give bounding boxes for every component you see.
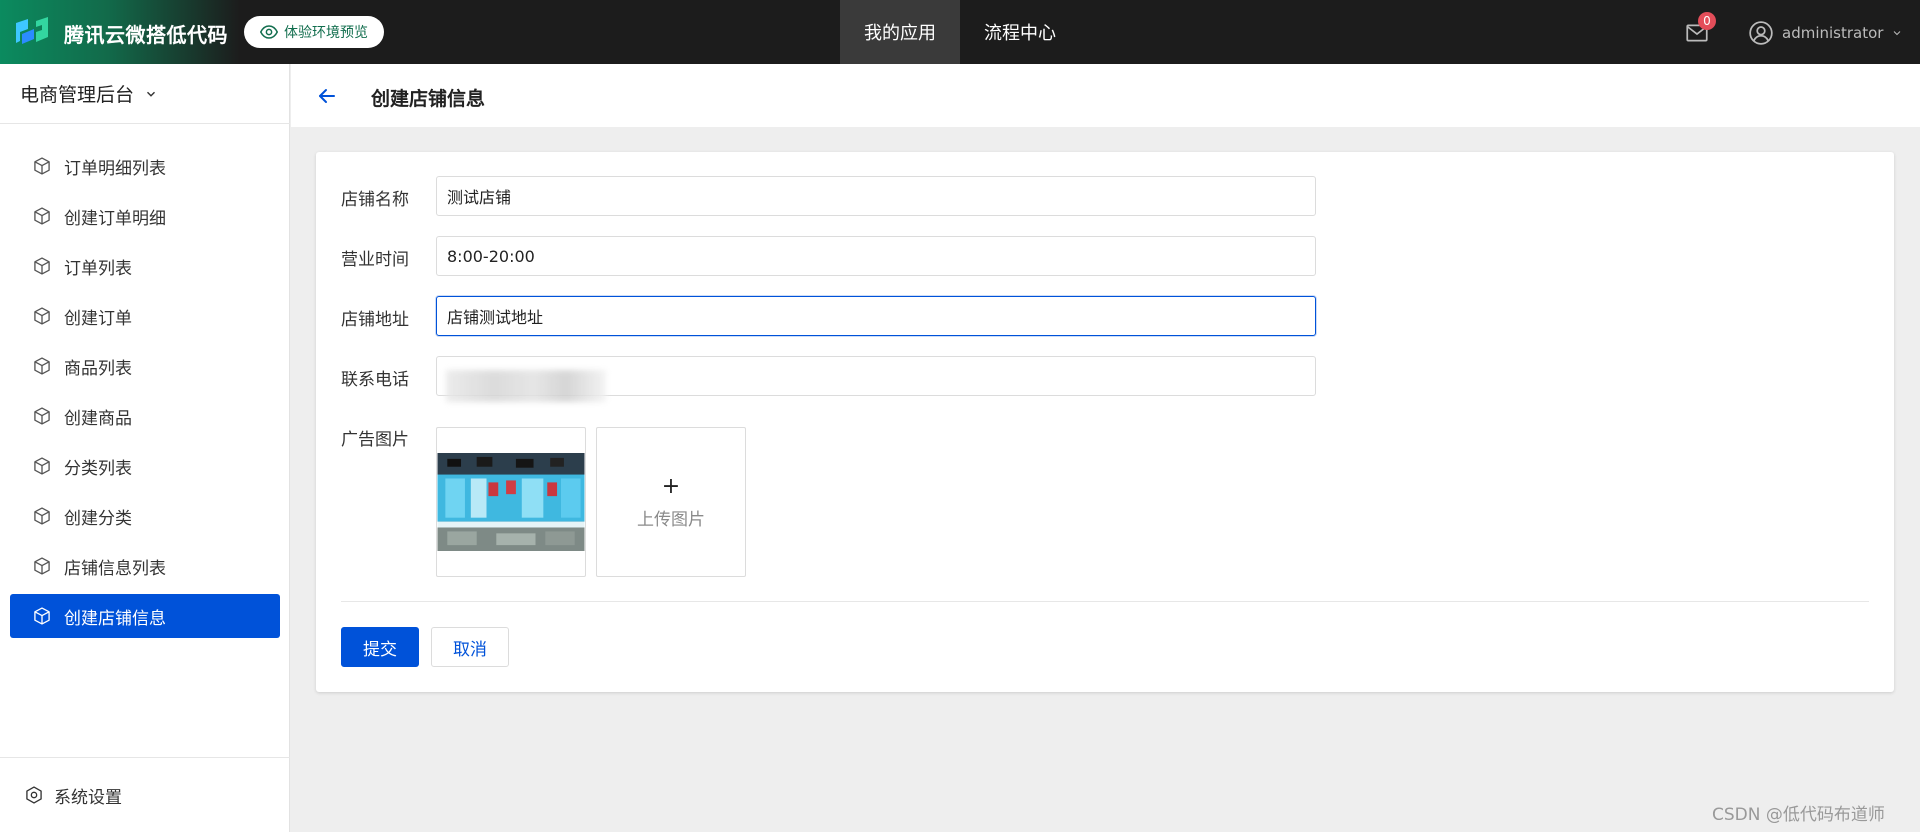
cube-icon [34, 207, 50, 225]
top-bar: 腾讯云微搭低代码 体验环境预览 我的应用 流程中心 0 administrato… [0, 0, 1920, 64]
form-divider [341, 601, 1869, 602]
cube-icon [34, 557, 50, 575]
phone-label: 联系电话 [341, 370, 409, 390]
env-preview-badge[interactable]: 体验环境预览 [244, 16, 384, 48]
user-menu[interactable]: administrator [1748, 18, 1903, 48]
cube-icon [34, 257, 50, 275]
brand-title: 腾讯云微搭低代码 [64, 23, 228, 47]
arrow-left-icon[interactable] [315, 84, 339, 108]
nav-tab-label: 流程中心 [984, 23, 1056, 44]
nav-tab-process-center[interactable]: 流程中心 [960, 0, 1080, 64]
nav-tab-my-apps[interactable]: 我的应用 [840, 0, 960, 64]
store-address-input[interactable] [436, 296, 1316, 336]
store-name-label: 店铺名称 [341, 190, 409, 210]
username: administrator [1782, 24, 1884, 42]
sidebar-item-order-list[interactable]: 订单列表 [10, 244, 280, 288]
form-card: 店铺名称 营业时间 店铺地址 联系电话 广告图片 [316, 152, 1894, 692]
app-name: 电商管理后台 [20, 84, 135, 106]
system-settings-button[interactable]: 系统设置 [0, 757, 290, 832]
unread-count-badge: 0 [1698, 12, 1716, 30]
sidebar-item-label: 店铺信息列表 [64, 558, 166, 579]
sidebar-item-create-product[interactable]: 创建商品 [10, 394, 280, 438]
weda-logo-icon [16, 17, 48, 44]
sidebar-item-store-info-list[interactable]: 店铺信息列表 [10, 544, 280, 588]
upload-image-label: 上传图片 [637, 509, 705, 530]
cube-icon [34, 157, 50, 175]
page-header: 创建店铺信息 [291, 64, 1920, 127]
sidebar-item-order-detail-list[interactable]: 订单明细列表 [10, 144, 280, 188]
cancel-button[interactable]: 取消 [431, 627, 509, 667]
sidebar-item-label: 创建店铺信息 [64, 608, 166, 629]
brand[interactable]: 腾讯云微搭低代码 [0, 0, 240, 64]
cube-icon [34, 607, 50, 625]
cube-icon [34, 507, 50, 525]
store-address-label: 店铺地址 [341, 310, 409, 330]
store-name-input[interactable] [436, 176, 1316, 216]
sidebar-item-create-store-info[interactable]: 创建店铺信息 [10, 594, 280, 638]
redacted-phone-mask [446, 370, 606, 402]
ad-image-label: 广告图片 [341, 430, 409, 450]
sidebar-item-label: 创建商品 [64, 408, 132, 429]
plus-icon: + [661, 473, 681, 499]
sidebar-item-create-order-detail[interactable]: 创建订单明细 [10, 194, 280, 238]
settings-hexagon-icon [26, 786, 42, 804]
sidebar-item-label: 商品列表 [64, 358, 132, 379]
sidebar-item-label: 创建订单 [64, 308, 132, 329]
chevron-down-icon [147, 91, 156, 97]
business-hours-label: 营业时间 [341, 250, 409, 270]
sidebar-item-label: 分类列表 [64, 458, 132, 479]
sidebar-item-label: 创建分类 [64, 508, 132, 529]
sidebar-item-category-list[interactable]: 分类列表 [10, 444, 280, 488]
submit-button[interactable]: 提交 [341, 627, 419, 667]
uploaded-image-thumbnail[interactable] [436, 427, 586, 577]
sidebar-item-create-category[interactable]: 创建分类 [10, 494, 280, 538]
sidebar-item-label: 创建订单明细 [64, 208, 166, 229]
store-photo [437, 453, 585, 551]
page-title: 创建店铺信息 [371, 88, 486, 110]
cube-icon [34, 407, 50, 425]
upload-image-button[interactable]: + 上传图片 [596, 427, 746, 577]
csdn-watermark: CSDN @低代码布道师 [1712, 805, 1885, 825]
sidebar-item-create-order[interactable]: 创建订单 [10, 294, 280, 338]
env-badge-label: 体验环境预览 [284, 25, 368, 41]
sidebar: 电商管理后台 订单明细列表 创建订单明细 订单列表 创建订单 商品列表 创建商品 [0, 64, 290, 832]
app-switcher[interactable]: 电商管理后台 [0, 64, 290, 124]
eye-icon [260, 25, 278, 39]
nav-tab-label: 我的应用 [864, 23, 936, 44]
sidebar-item-product-list[interactable]: 商品列表 [10, 344, 280, 388]
sidebar-item-label: 订单明细列表 [64, 158, 166, 179]
cube-icon [34, 357, 50, 375]
settings-label: 系统设置 [54, 787, 122, 808]
cube-icon [34, 457, 50, 475]
user-avatar-icon [1749, 21, 1773, 45]
business-hours-input[interactable] [436, 236, 1316, 276]
sidebar-item-label: 订单列表 [64, 258, 132, 279]
sidebar-menu: 订单明细列表 创建订单明细 订单列表 创建订单 商品列表 创建商品 分类列表 创… [10, 144, 280, 644]
chevron-down-icon [1894, 31, 1901, 36]
cube-icon [34, 307, 50, 325]
